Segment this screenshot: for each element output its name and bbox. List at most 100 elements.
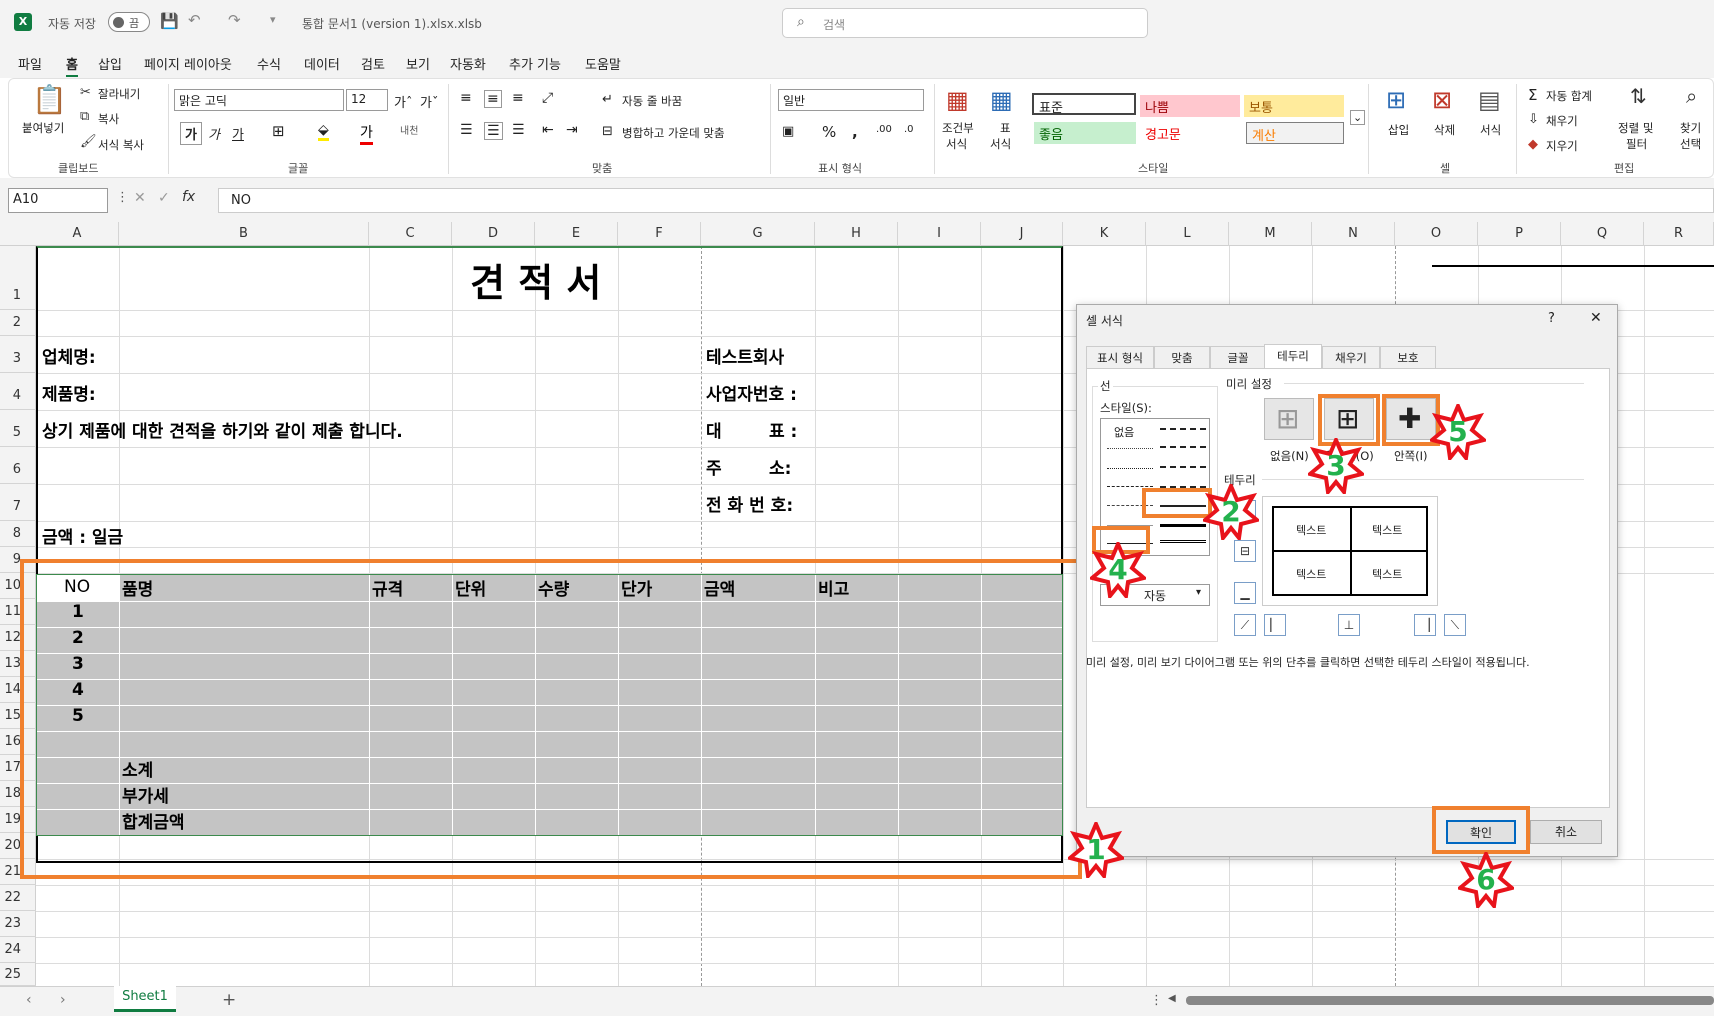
- wrap-text-label[interactable]: 자동 줄 바꿈: [622, 93, 682, 109]
- menu-data[interactable]: 데이터: [304, 54, 340, 73]
- align-center-icon[interactable]: ☰: [484, 122, 503, 140]
- autosum-icon[interactable]: Σ: [1528, 86, 1537, 104]
- table-label-1[interactable]: 표: [1000, 120, 1011, 136]
- styles-scroll-icon[interactable]: ⌄: [1350, 110, 1366, 125]
- delete-cells-icon[interactable]: ⊠: [1432, 88, 1452, 112]
- row-header-6[interactable]: 6: [0, 447, 36, 484]
- clear-label[interactable]: 지우기: [1546, 138, 1578, 154]
- paste-label[interactable]: 붙여넣기: [22, 120, 64, 136]
- address-label[interactable]: 주 소:: [706, 454, 791, 479]
- enter-formula-icon[interactable]: ✓: [158, 190, 170, 206]
- name-box[interactable]: A10: [8, 188, 108, 213]
- sort-label-1[interactable]: 정렬 및: [1618, 120, 1653, 136]
- line-style-option[interactable]: [1160, 428, 1206, 430]
- style-neutral[interactable]: 보통: [1244, 95, 1344, 117]
- menu-file[interactable]: 파일: [18, 54, 42, 73]
- line-style-option[interactable]: [1107, 486, 1153, 487]
- row-header-8[interactable]: 8: [0, 521, 36, 547]
- menu-home[interactable]: 홈: [66, 54, 78, 77]
- column-header-A[interactable]: A: [36, 222, 119, 246]
- cond-format-label-1[interactable]: 조건부: [942, 120, 974, 136]
- font-grow-icon[interactable]: 가ˆ: [394, 92, 412, 111]
- clear-icon[interactable]: ◆: [1528, 137, 1538, 152]
- menu-page-layout[interactable]: 페이지 레이아웃: [144, 54, 232, 73]
- wrap-text-icon[interactable]: ↵: [602, 92, 613, 107]
- search-box[interactable]: ⌕ 검색: [782, 8, 1148, 38]
- column-header-E[interactable]: E: [535, 222, 618, 246]
- menu-automate[interactable]: 자동화: [450, 54, 486, 73]
- border-diag-down-button[interactable]: ⟍: [1444, 614, 1466, 636]
- align-left-icon[interactable]: ☰: [460, 122, 473, 138]
- column-header-Q[interactable]: Q: [1561, 222, 1644, 246]
- orientation-icon[interactable]: ⤢: [542, 90, 553, 106]
- border-left-button[interactable]: ▏: [1264, 614, 1286, 636]
- format-cells-icon[interactable]: ▤: [1478, 88, 1501, 112]
- borders-icon[interactable]: ⊞: [272, 122, 285, 140]
- format-painter-icon[interactable]: 🖌: [80, 135, 97, 148]
- customize-icon[interactable]: ▾: [270, 14, 276, 25]
- column-header-M[interactable]: M: [1229, 222, 1312, 246]
- column-header-L[interactable]: L: [1146, 222, 1229, 246]
- percent-icon[interactable]: %: [822, 123, 836, 141]
- row-header-7[interactable]: 7: [0, 484, 36, 521]
- row-header-2[interactable]: 2: [0, 310, 36, 336]
- product-label[interactable]: 제품명:: [42, 380, 96, 405]
- format-table-icon[interactable]: ▦: [990, 88, 1013, 112]
- cancel-formula-icon[interactable]: ✕: [134, 190, 146, 206]
- next-sheet-icon[interactable]: ›: [60, 992, 66, 1008]
- column-header-B[interactable]: B: [119, 222, 369, 246]
- cut-icon[interactable]: ✂: [80, 86, 91, 99]
- undo-icon[interactable]: ↶: [188, 13, 201, 28]
- delete-cells-label[interactable]: 삭제: [1434, 122, 1455, 138]
- add-sheet-button[interactable]: +: [222, 990, 236, 1010]
- style-bad[interactable]: 나쁨: [1140, 95, 1240, 117]
- tab-number[interactable]: 표시 형식: [1086, 346, 1154, 368]
- column-header-R[interactable]: R: [1644, 222, 1714, 246]
- comma-icon[interactable]: ,: [852, 123, 858, 141]
- fill-icon[interactable]: ⇩: [1528, 112, 1539, 127]
- tab-fill[interactable]: 채우기: [1322, 346, 1380, 368]
- document-title[interactable]: 통합 문서1 (version 1).xlsx.xlsb: [302, 15, 482, 32]
- line-style-option[interactable]: [1107, 468, 1153, 469]
- line-style-option[interactable]: [1160, 524, 1206, 527]
- border-diag-up-button[interactable]: ⟋: [1234, 614, 1256, 636]
- dialog-help-button[interactable]: ?: [1548, 311, 1555, 326]
- row-header-1[interactable]: 1: [0, 246, 36, 310]
- save-icon[interactable]: 💾: [160, 14, 179, 29]
- tab-protect[interactable]: 보호: [1380, 346, 1436, 368]
- cut-label[interactable]: 잘라내기: [98, 86, 140, 102]
- decrease-indent-icon[interactable]: ⇤: [542, 122, 554, 138]
- column-header-I[interactable]: I: [898, 222, 981, 246]
- horizontal-scrollbar[interactable]: [1186, 996, 1714, 1005]
- bold-icon[interactable]: 가: [180, 122, 202, 145]
- amount-label[interactable]: 금액 : 일금: [42, 523, 123, 548]
- merge-label[interactable]: 병합하고 가운데 맞춤: [622, 125, 725, 141]
- format-painter-label[interactable]: 서식 복사: [98, 137, 144, 153]
- font-shrink-icon[interactable]: 가ˇ: [420, 92, 438, 111]
- row-header-4[interactable]: 4: [0, 373, 36, 410]
- tab-border[interactable]: 테두리: [1264, 344, 1322, 368]
- menu-help[interactable]: 도움말: [585, 54, 621, 73]
- column-header-N[interactable]: N: [1312, 222, 1395, 246]
- scroll-left-icon[interactable]: ◀: [1168, 993, 1176, 1004]
- align-right-icon[interactable]: ☰: [512, 122, 525, 138]
- style-normal[interactable]: 표준: [1032, 93, 1136, 116]
- border-middle-v-button[interactable]: ⊥: [1338, 614, 1360, 636]
- border-right-button[interactable]: ▕: [1414, 614, 1436, 636]
- insert-cells-label[interactable]: 삽입: [1388, 122, 1409, 138]
- sort-label-2[interactable]: 필터: [1626, 136, 1647, 152]
- autosum-label[interactable]: 자동 합계: [1546, 88, 1592, 104]
- column-header-J[interactable]: J: [981, 222, 1063, 246]
- line-style-option[interactable]: [1107, 448, 1153, 449]
- formula-input[interactable]: NO: [218, 188, 1714, 213]
- redo-icon[interactable]: ↷: [228, 13, 241, 28]
- menu-view[interactable]: 보기: [406, 54, 430, 73]
- border-middle-h-button[interactable]: ⊟: [1234, 540, 1256, 562]
- dialog-close-button[interactable]: ✕: [1590, 310, 1602, 326]
- business-number-label[interactable]: 사업자번호 :: [706, 380, 797, 405]
- row-header-24[interactable]: 24: [0, 937, 36, 963]
- phone-label[interactable]: 전 화 번 호:: [706, 491, 793, 516]
- representative-label[interactable]: 대 표 :: [706, 417, 797, 442]
- fill-color-icon[interactable]: ⬙: [318, 122, 329, 141]
- company-name[interactable]: 테스트회사: [706, 343, 784, 368]
